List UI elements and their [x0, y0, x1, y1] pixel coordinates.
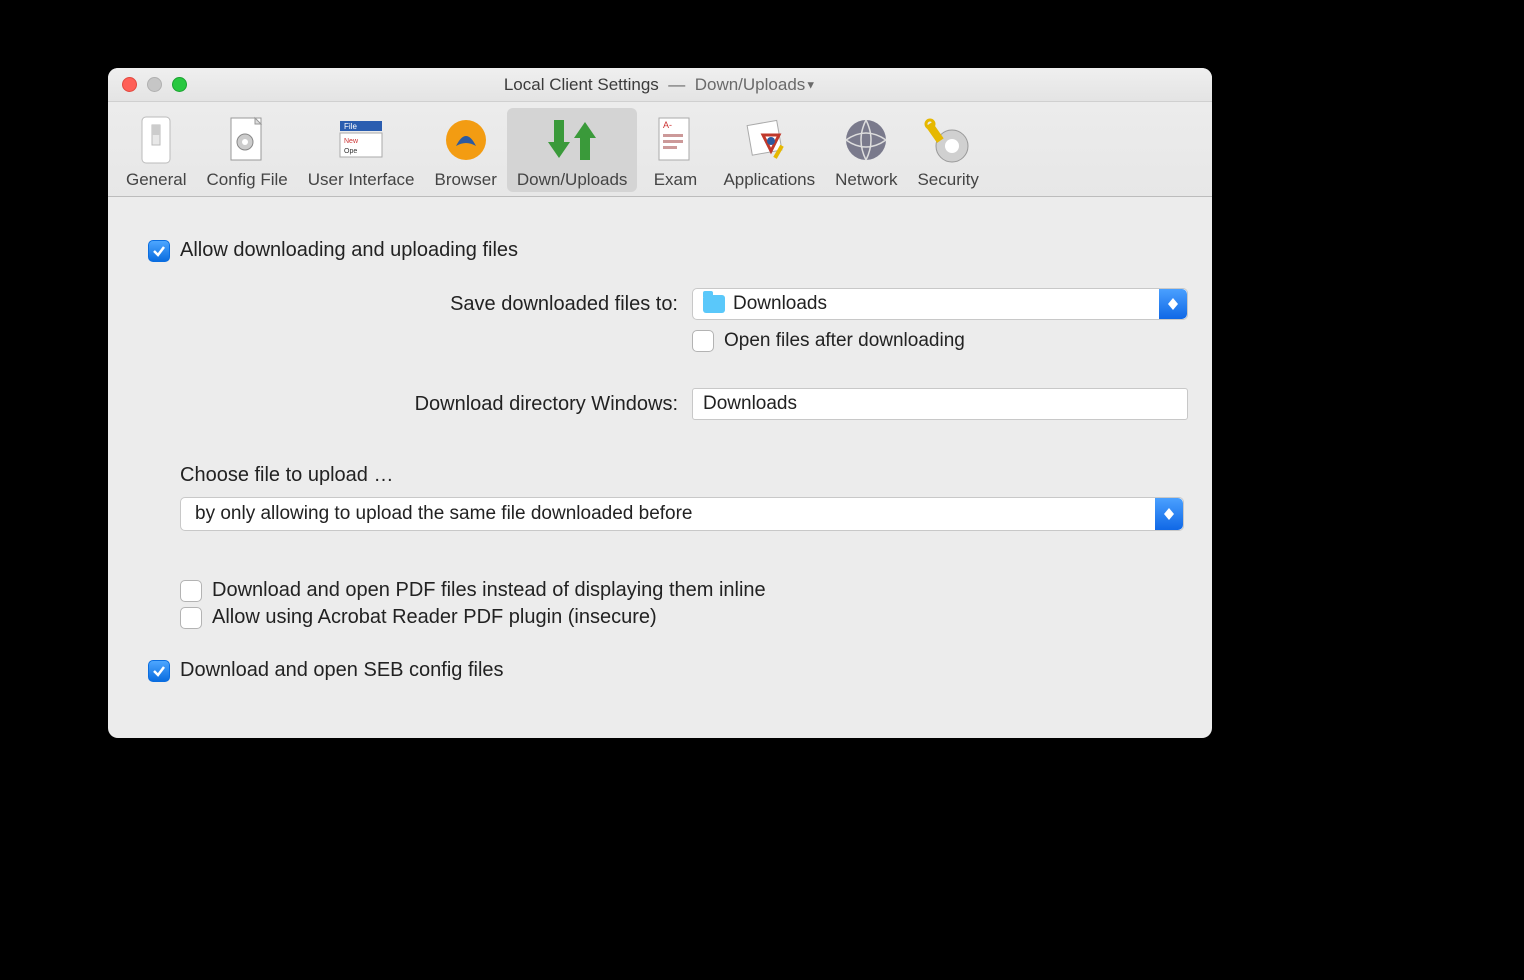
title-sep: — [668, 75, 685, 94]
exam-icon: A- [647, 112, 703, 168]
general-icon [128, 112, 184, 168]
upload-section-label: Choose file to upload … [180, 464, 1188, 487]
zoom-button[interactable] [172, 77, 187, 92]
tab-downloads-label: Down/Uploads [517, 170, 628, 190]
allow-down-up-label: Allow downloading and uploading files [180, 239, 518, 262]
tab-config-label: Config File [206, 170, 287, 190]
combo-stepper-icon [1155, 498, 1183, 530]
title-main: Local Client Settings [504, 75, 659, 94]
combo-stepper-icon [1159, 289, 1187, 319]
tab-security[interactable]: Security [907, 108, 988, 192]
tab-exam-label: Exam [654, 170, 697, 190]
tab-general-label: General [126, 170, 186, 190]
save-to-value: Downloads [733, 293, 827, 315]
seb-config-checkbox[interactable] [148, 660, 170, 682]
tab-browser[interactable]: Browser [425, 108, 507, 192]
titlebar: Local Client Settings — Down/Uploads▼ [108, 68, 1212, 102]
apps-icon [741, 112, 797, 168]
browser-icon [438, 112, 494, 168]
acrobat-label: Allow using Acrobat Reader PDF plugin (i… [212, 606, 657, 629]
tab-browser-label: Browser [435, 170, 497, 190]
tab-ui[interactable]: File New Ope User Interface [298, 108, 425, 192]
tab-ui-label: User Interface [308, 170, 415, 190]
tab-downloads[interactable]: Down/Uploads [507, 108, 638, 192]
tab-general[interactable]: General [116, 108, 196, 192]
svg-text:New: New [344, 138, 359, 145]
svg-text:Ope: Ope [344, 148, 357, 155]
dir-win-value: Downloads [703, 393, 797, 415]
minimize-button[interactable] [147, 77, 162, 92]
acrobat-checkbox[interactable] [180, 607, 202, 629]
tab-network-label: Network [835, 170, 897, 190]
svg-text:File: File [344, 122, 357, 131]
tab-network[interactable]: Network [825, 108, 907, 192]
downloads-icon [544, 112, 600, 168]
allow-down-up-checkbox[interactable] [148, 240, 170, 262]
tab-apps[interactable]: Applications [713, 108, 825, 192]
pdf-inline-checkbox[interactable] [180, 580, 202, 602]
ui-icon: File New Ope [333, 112, 389, 168]
window-title: Local Client Settings — Down/Uploads▼ [108, 75, 1212, 95]
security-icon [920, 112, 976, 168]
dir-win-label: Download directory Windows: [132, 393, 692, 416]
seb-config-label: Download and open SEB config files [180, 659, 504, 682]
network-icon [838, 112, 894, 168]
title-dropdown-icon[interactable]: ▼ [805, 79, 816, 91]
open-after-label: Open files after downloading [724, 330, 965, 352]
svg-text:A-: A- [663, 120, 672, 130]
tab-config[interactable]: Config File [196, 108, 297, 192]
toolbar: General Config File File New Ope User Inte… [108, 102, 1212, 197]
upload-policy-combo[interactable]: by only allowing to upload the same file… [180, 497, 1184, 531]
pdf-inline-label: Download and open PDF files instead of d… [212, 579, 766, 602]
window-controls [108, 77, 187, 92]
open-after-checkbox[interactable] [692, 330, 714, 352]
tab-apps-label: Applications [723, 170, 815, 190]
config-icon [219, 112, 275, 168]
save-to-combo[interactable]: Downloads [692, 288, 1188, 320]
close-button[interactable] [122, 77, 137, 92]
tab-security-label: Security [917, 170, 978, 190]
dir-win-input[interactable]: Downloads [692, 388, 1188, 420]
settings-window: Local Client Settings — Down/Uploads▼ Ge… [108, 68, 1212, 738]
folder-icon [703, 295, 725, 313]
save-to-label: Save downloaded files to: [132, 293, 692, 316]
content-pane: Allow downloading and uploading files Sa… [108, 197, 1212, 738]
tab-exam[interactable]: A- Exam [637, 108, 713, 192]
title-sub: Down/Uploads [695, 75, 806, 94]
upload-policy-value: by only allowing to upload the same file… [195, 503, 693, 525]
